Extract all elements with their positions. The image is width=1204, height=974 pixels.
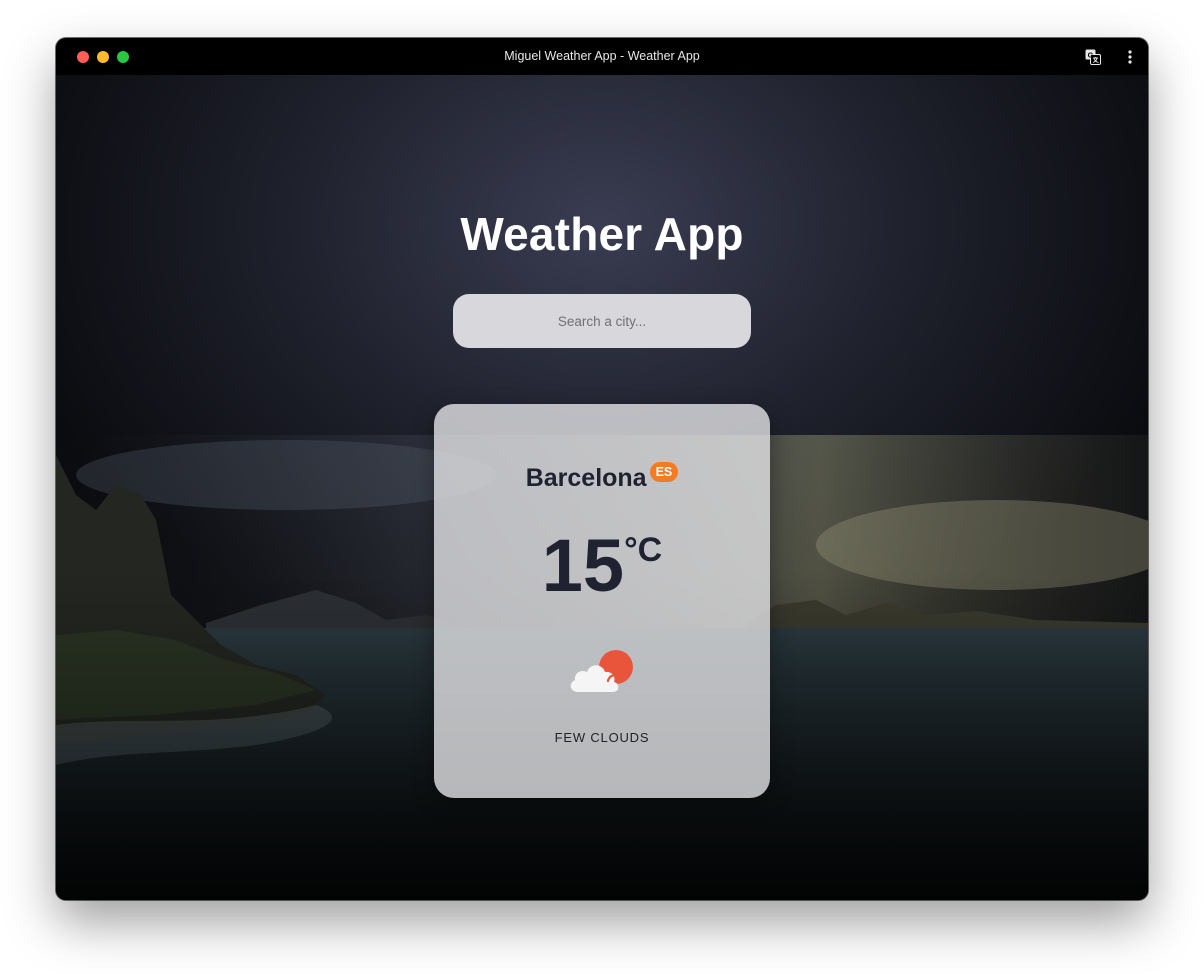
page-content: Weather App BarcelonaES 15°C FEW CLOUDS [56, 75, 1148, 900]
weather-card: Barcelona ES 15°C FEW CLOUDS [434, 404, 770, 798]
window-title: Miguel Weather App - Weather App [504, 49, 700, 63]
page-title: Weather App [460, 208, 744, 260]
city-name: Barcelona [525, 464, 647, 492]
browser-window: Miguel Weather App - Weather App G Weath… [56, 38, 1148, 900]
temperature-value: 15 [541, 524, 625, 607]
location-row: Barcelona ES [434, 462, 770, 493]
few-clouds-day-icon [568, 647, 638, 695]
search-box [453, 294, 751, 348]
more-vertical-icon[interactable] [1126, 49, 1134, 65]
svg-text:G: G [1088, 51, 1094, 60]
temperature-row: 15°C [434, 529, 770, 603]
title-bar: Miguel Weather App - Weather App G [56, 38, 1148, 75]
city-search-input[interactable] [453, 294, 751, 348]
temperature-unit: °C [624, 531, 663, 569]
weather-description: FEW CLOUDS [554, 730, 650, 745]
translate-icon[interactable]: G [1085, 49, 1101, 65]
country-badge: ES [649, 462, 679, 482]
